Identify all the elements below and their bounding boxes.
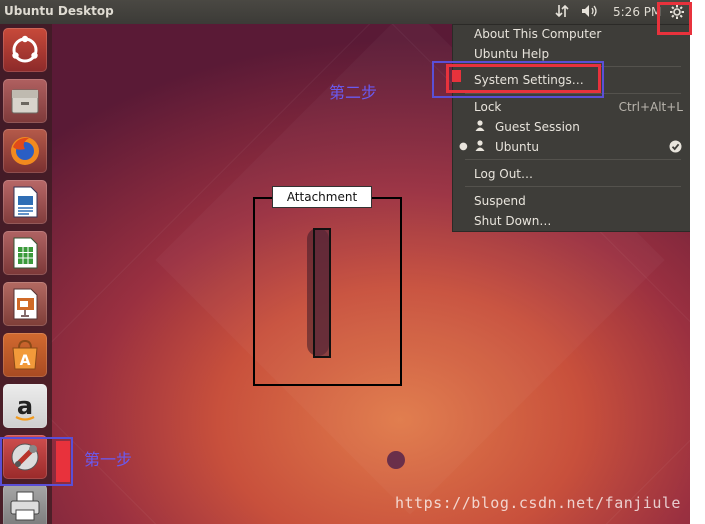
menu-item-user[interactable]: Ubuntu — [495, 140, 539, 154]
software-center-icon: A — [12, 339, 38, 370]
lock-shortcut: Ctrl+Alt+L — [618, 100, 683, 114]
impress-icon — [13, 288, 38, 320]
network-updown-icon[interactable] — [555, 3, 569, 23]
session-menu: About This Computer Ubuntu Help System S… — [452, 24, 690, 232]
launcher-item-printer[interactable] — [3, 484, 47, 524]
launcher-item-software-center[interactable]: A — [3, 333, 47, 377]
launcher-item-files[interactable] — [3, 79, 47, 123]
person-icon — [475, 140, 485, 154]
firefox-icon — [11, 137, 39, 165]
clock[interactable]: 5:26 PM — [613, 5, 661, 19]
top-panel: Ubuntu Desktop 5:26 PM — [0, 0, 690, 24]
svg-text:a: a — [17, 392, 33, 420]
active-user-bullet: ● — [459, 141, 468, 152]
gear-highlight-box — [657, 2, 692, 35]
menu-item-suspend[interactable]: Suspend — [474, 194, 526, 208]
menu-item-help[interactable]: Ubuntu Help — [474, 47, 549, 61]
printer-icon — [10, 491, 40, 521]
menu-item-guest-session[interactable]: Guest Session — [495, 120, 580, 134]
launcher-item-firefox[interactable] — [3, 129, 47, 173]
menu-item-shut-down[interactable]: Shut Down… — [474, 214, 551, 228]
svg-text:A: A — [20, 353, 31, 369]
launcher-item-amazon[interactable]: a — [3, 384, 47, 428]
menu-item-lock[interactable]: Lock — [474, 100, 501, 114]
launcher-item-impress[interactable] — [3, 282, 47, 326]
menu-separator — [465, 159, 681, 160]
launcher-item-calc[interactable] — [3, 231, 47, 275]
step1-label: 第一步 — [84, 450, 133, 469]
files-icon — [11, 89, 39, 114]
watermark: https://blog.csdn.net/fanjiule — [395, 494, 681, 512]
calc-icon — [13, 237, 38, 269]
attachment-bar[interactable] — [313, 228, 331, 358]
volume-icon[interactable] — [581, 3, 599, 23]
step1-red-marker — [56, 441, 70, 482]
menu-item-log-out[interactable]: Log Out… — [474, 167, 533, 181]
window-title: Ubuntu Desktop — [4, 4, 114, 18]
system-settings-highlight-box — [446, 64, 601, 93]
launcher-item-dash[interactable] — [3, 28, 47, 72]
step2-label: 第二步 — [329, 83, 378, 102]
red-marker — [452, 70, 461, 82]
launcher-item-writer[interactable] — [3, 180, 47, 224]
menu-separator — [465, 186, 681, 187]
amazon-icon: a — [15, 392, 35, 421]
writer-icon — [13, 186, 38, 218]
attachment-label: Attachment — [272, 186, 372, 208]
cursor-dot — [387, 451, 405, 469]
menu-item-about[interactable]: About This Computer — [474, 27, 601, 41]
person-icon — [475, 120, 485, 134]
check-icon — [669, 140, 682, 156]
ubuntu-dash-icon — [12, 35, 38, 63]
